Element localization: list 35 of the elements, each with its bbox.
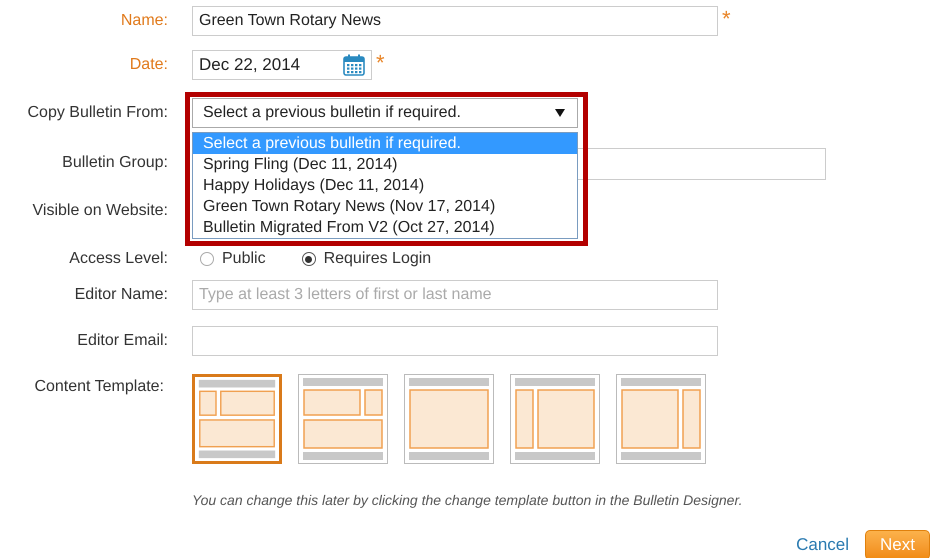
calendar-icon[interactable] — [343, 54, 365, 76]
dropdown-option[interactable]: Happy Holidays (Dec 11, 2014) — [193, 175, 577, 196]
field-label: Bulletin Group: — [61, 153, 169, 173]
text-field[interactable] — [192, 326, 718, 356]
help-text: You can change this later by clicking the change template button in the Bulletin Designer. — [192, 492, 744, 508]
date-field[interactable]: Dec 22, 2014 — [192, 50, 372, 80]
dropdown-option[interactable]: Bulletin Migrated From V2 (Oct 27, 2014) — [193, 217, 577, 238]
field-label: Access Level: — [68, 249, 169, 269]
field-label: Name: — [120, 11, 169, 31]
radio-label: Requires Login — [324, 249, 432, 269]
cancel-link[interactable]: Cancel — [796, 532, 850, 558]
field-label: Content Template: — [33, 377, 165, 397]
date-value: Dec 22, 2014 — [199, 54, 300, 76]
field-label: Editor Email: — [76, 331, 169, 351]
template-option[interactable] — [510, 374, 600, 464]
template-option[interactable] — [404, 374, 494, 464]
select-dropdown[interactable]: Select a previous bulletin if required. — [192, 98, 578, 128]
required-asterisk: * — [376, 52, 385, 74]
radio-button[interactable] — [200, 252, 214, 266]
field-label: Visible on Website: — [32, 201, 169, 221]
dropdown-option[interactable]: Green Town Rotary News (Nov 17, 2014) — [193, 196, 577, 217]
text-field[interactable]: Type at least 3 letters of first or last name — [192, 280, 718, 310]
template-option[interactable] — [298, 374, 388, 464]
select-value: Select a previous bulletin if required. — [203, 103, 461, 123]
radio-label: Public — [222, 249, 266, 269]
field-label: Date: — [128, 55, 169, 75]
text-field[interactable]: Green Town Rotary News — [192, 6, 718, 36]
field-label: Copy Bulletin From: — [26, 103, 169, 123]
caret-icon — [555, 109, 565, 117]
field-label: Editor Name: — [74, 285, 169, 305]
radio-button[interactable] — [302, 252, 316, 266]
required-asterisk: * — [722, 8, 731, 30]
template-option[interactable] — [616, 374, 706, 464]
template-option[interactable] — [192, 374, 282, 464]
dropdown-option[interactable]: Spring Fling (Dec 11, 2014) — [193, 154, 577, 175]
